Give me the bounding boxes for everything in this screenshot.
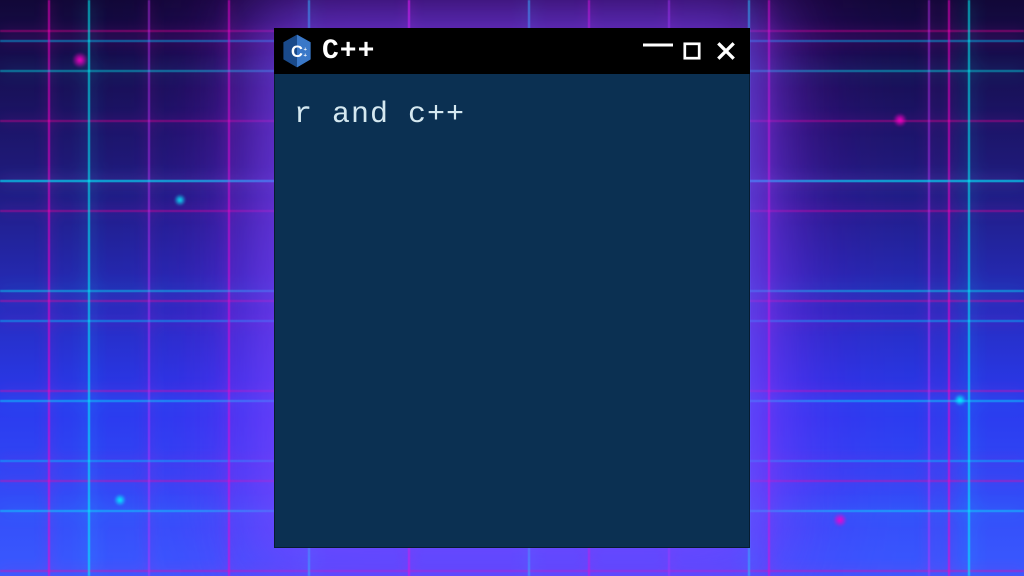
close-button[interactable] [712, 37, 740, 65]
svg-text:+: + [304, 53, 308, 59]
maximize-button[interactable] [678, 37, 706, 65]
minimize-button[interactable]: — [644, 37, 672, 65]
cpp-icon: C + + [282, 34, 312, 68]
svg-text:+: + [304, 47, 308, 53]
editor-content[interactable]: r and c++ [274, 74, 750, 548]
editor-text: r and c++ [294, 98, 465, 132]
title-bar[interactable]: C + + C++ — [274, 28, 750, 74]
window-controls: — [644, 37, 740, 65]
svg-text:C: C [291, 42, 303, 61]
app-window: C + + C++ — r and c++ [274, 28, 750, 548]
window-title: C++ [322, 36, 634, 67]
